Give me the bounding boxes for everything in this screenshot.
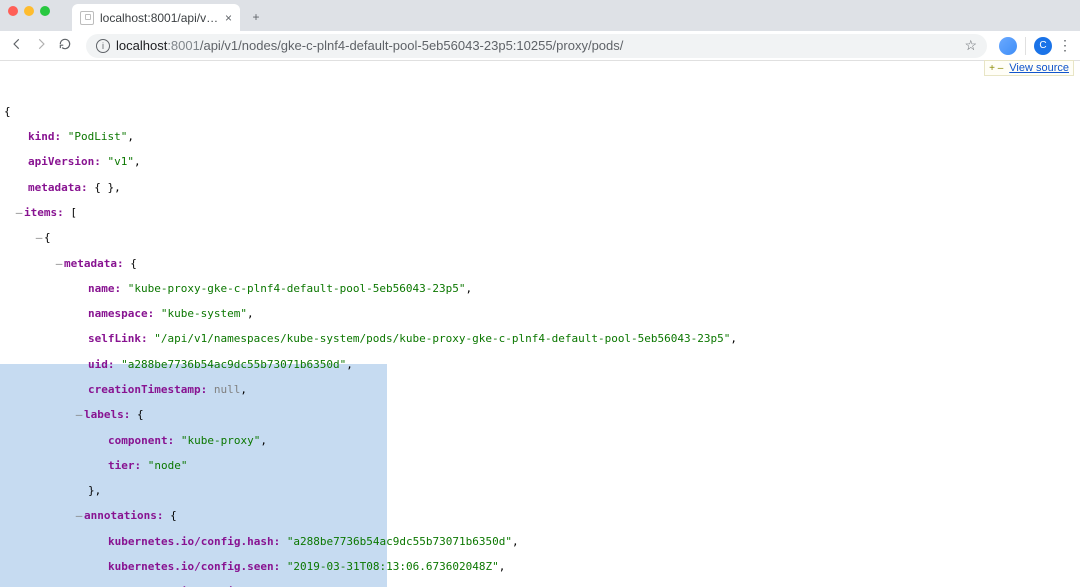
browser-toolbar: i localhost:8001/api/v1/nodes/gke-c-plnf… <box>0 31 1080 61</box>
tab-strip: localhost:8001/api/v1/nodes/gk × + <box>0 0 1080 31</box>
tab-title: localhost:8001/api/v1/nodes/gk <box>100 11 219 25</box>
window-traffic-lights[interactable] <box>8 6 50 16</box>
tab-favicon <box>80 11 94 25</box>
tab-close-icon[interactable]: × <box>225 11 232 25</box>
address-bar[interactable]: i localhost:8001/api/v1/nodes/gke-c-plnf… <box>86 34 987 58</box>
new-tab-button[interactable]: + <box>244 5 268 29</box>
browser-tab[interactable]: localhost:8001/api/v1/nodes/gk × <box>72 4 240 31</box>
window-minimize-button[interactable] <box>24 6 34 16</box>
browser-menu-icon[interactable]: ⋮ <box>1058 37 1072 54</box>
window-maximize-button[interactable] <box>40 6 50 16</box>
back-button[interactable] <box>8 37 26 54</box>
bookmark-star-icon[interactable]: ☆ <box>964 37 977 54</box>
reload-button[interactable] <box>56 37 74 54</box>
extension-icon[interactable] <box>999 37 1017 55</box>
url-text: localhost:8001/api/v1/nodes/gke-c-plnf4-… <box>116 38 623 53</box>
site-info-icon[interactable]: i <box>96 39 110 53</box>
window-close-button[interactable] <box>8 6 18 16</box>
json-viewer[interactable]: { kind: "PodList", apiVersion: "v1", met… <box>0 62 1080 587</box>
json-content[interactable]: { kind: "PodList", apiVersion: "v1", met… <box>0 106 1080 587</box>
toolbar-separator <box>1025 37 1026 55</box>
profile-avatar[interactable]: C <box>1034 37 1052 55</box>
forward-button <box>32 37 50 54</box>
